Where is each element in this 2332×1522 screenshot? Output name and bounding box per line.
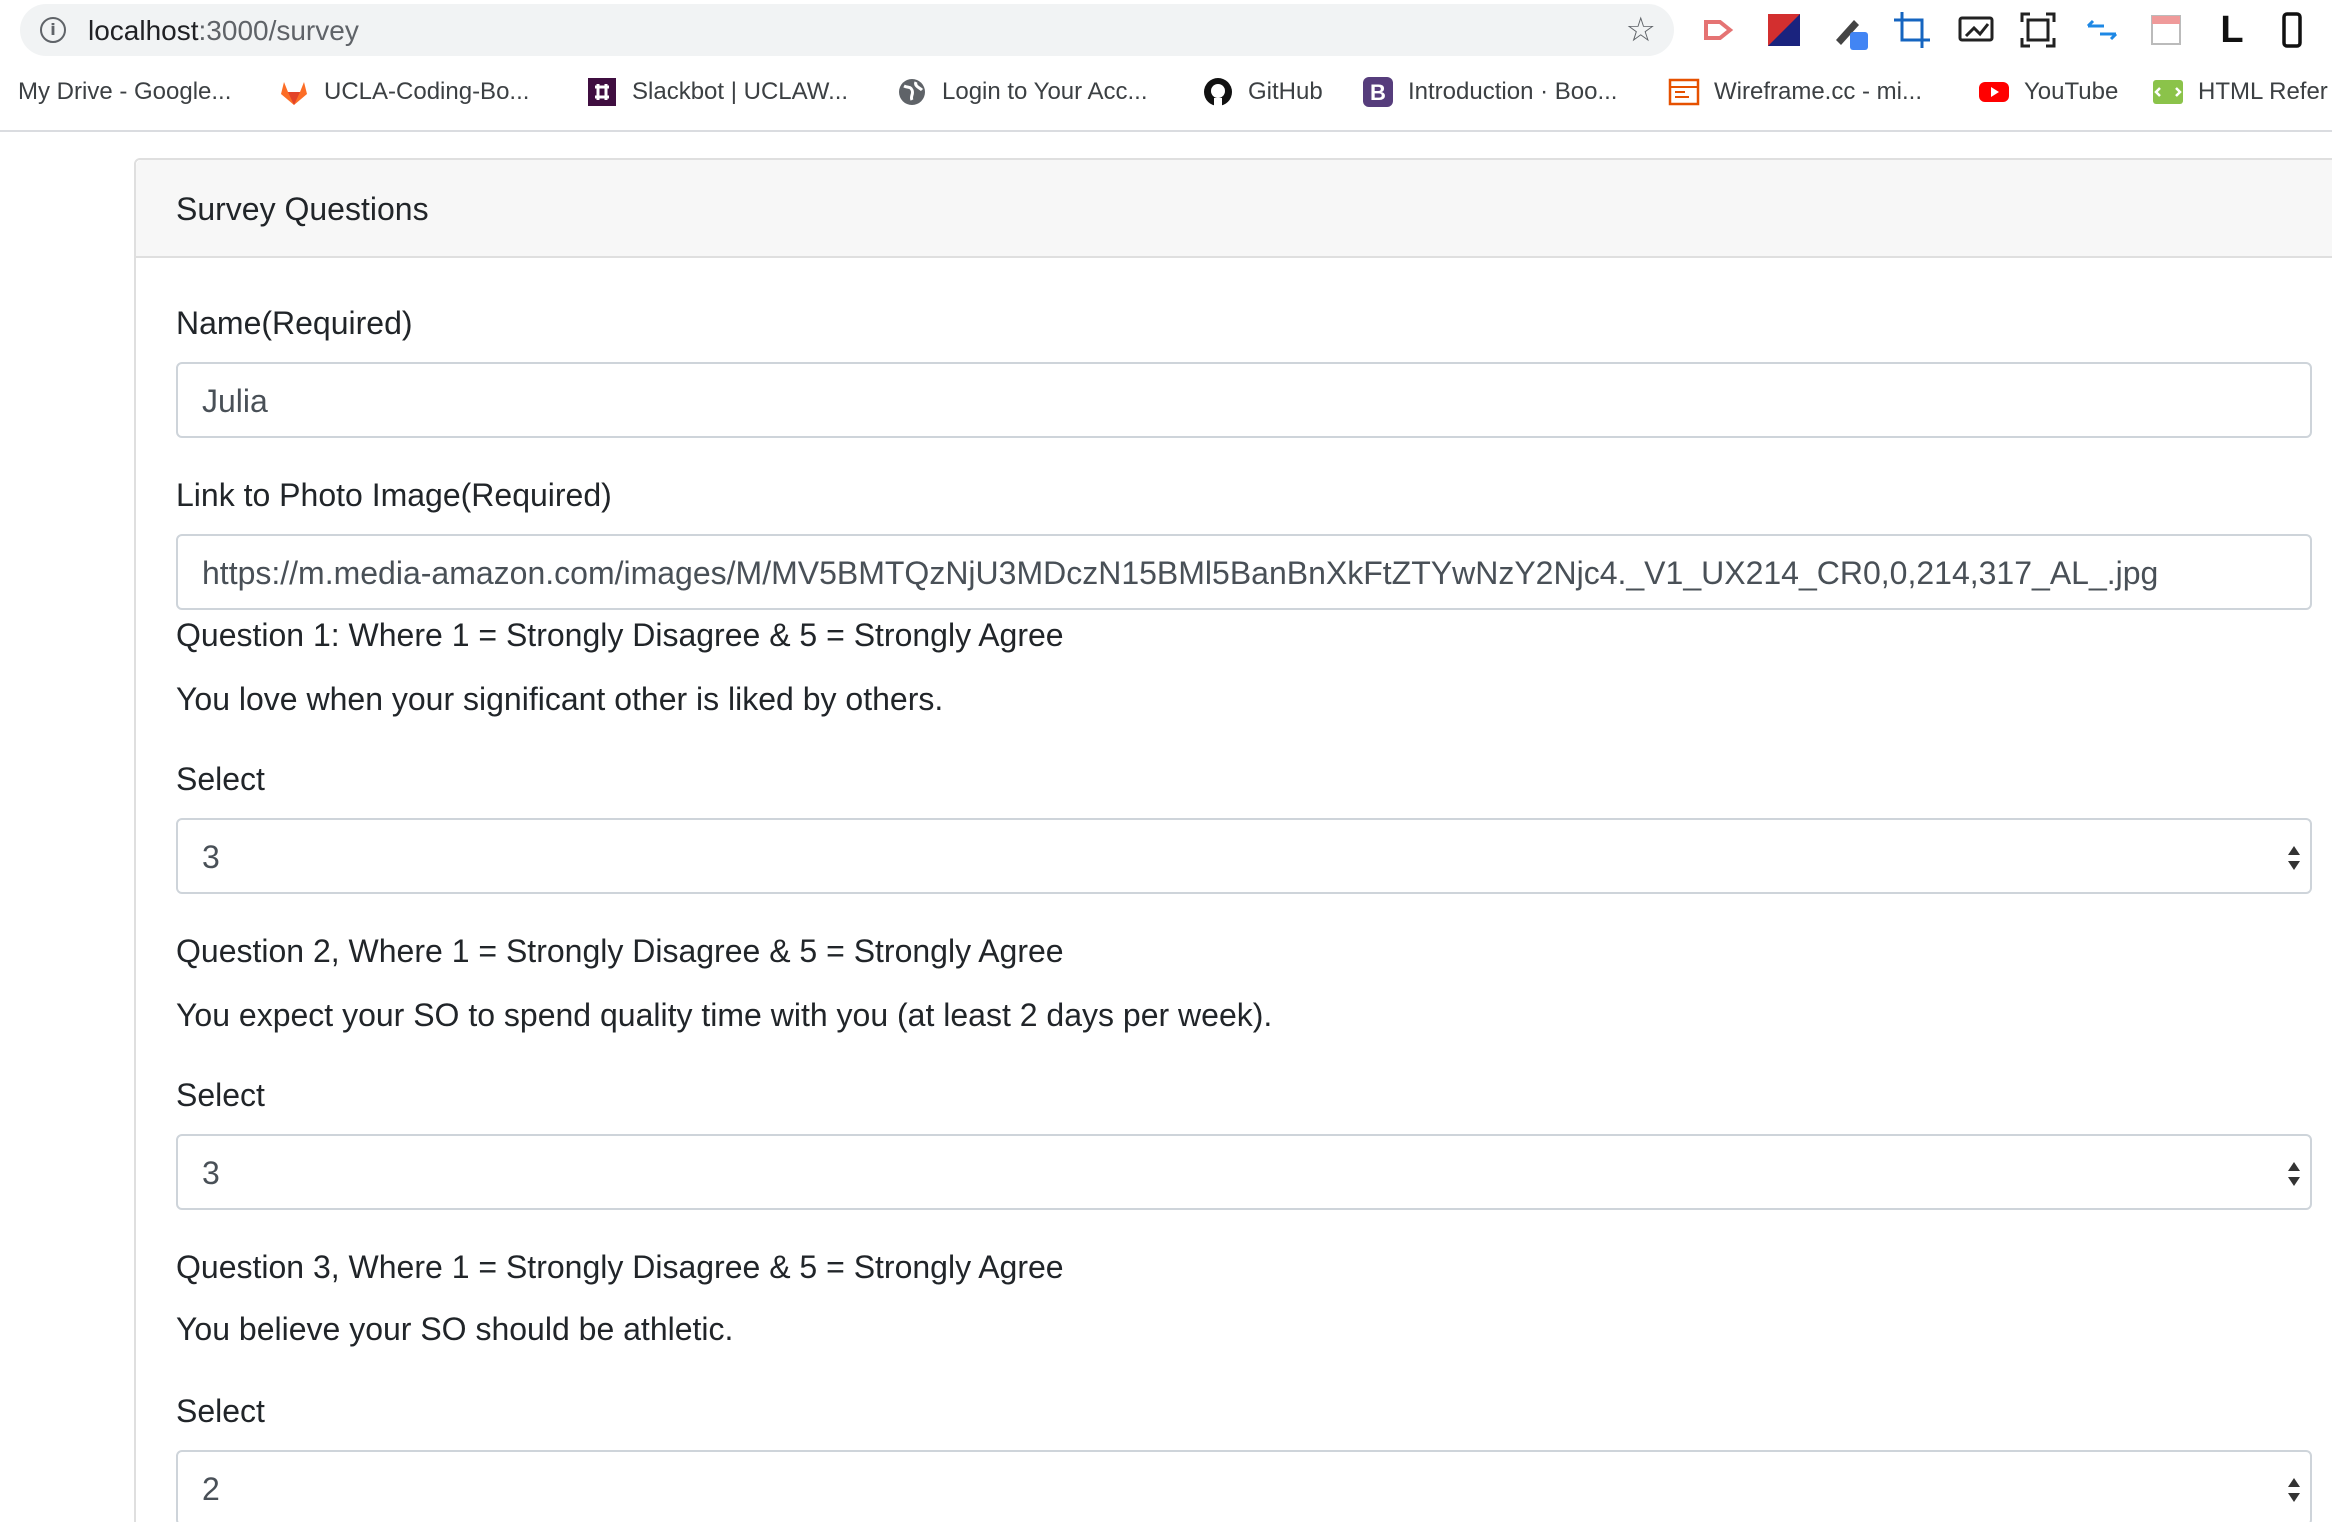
select-arrows-icon <box>2284 838 2304 878</box>
bookmark-github[interactable]: GitHub <box>1202 72 1323 112</box>
address-bar[interactable]: i localhost:3000/survey ☆ <box>20 4 1674 56</box>
question-2-select[interactable]: 3 <box>176 1134 2312 1210</box>
flag-extension-icon[interactable] <box>1764 10 1804 50</box>
bookmark-label: Login to Your Acc... <box>942 78 1148 105</box>
select-arrows-icon <box>2284 1470 2304 1510</box>
question-2-text: You expect your SO to spend quality time… <box>176 997 1273 1033</box>
youtube-icon <box>1978 76 2010 108</box>
photo-url-input[interactable]: https://m.media-amazon.com/images/M/MV5B… <box>176 534 2312 610</box>
bookmark-label: HTML Refer <box>2198 78 2328 105</box>
question-1-heading: Question 1: Where 1 = Strongly Disagree … <box>176 617 1064 653</box>
bookmarks-bar: My Drive - Google... UCLA-Coding-Bo... S… <box>0 68 2332 118</box>
photo-url-value: https://m.media-amazon.com/images/M/MV5B… <box>202 555 2159 591</box>
address-url[interactable]: localhost:3000/survey <box>88 15 359 47</box>
bookmark-star-icon[interactable]: ☆ <box>1626 10 1656 50</box>
l-extension-icon[interactable]: L <box>2212 10 2252 50</box>
question-3-text: You believe your SO should be athletic. <box>176 1311 734 1347</box>
wireframe-icon <box>1668 76 1700 108</box>
gitlab-icon <box>278 76 310 108</box>
question-1-select[interactable]: 3 <box>176 818 2312 894</box>
name-input[interactable]: Julia <box>176 362 2312 438</box>
bookmark-label: GitHub <box>1248 78 1323 105</box>
eyedropper-extension-icon[interactable] <box>1830 10 1870 50</box>
bookmark-label: My Drive - Google... <box>18 78 232 105</box>
question-1-text: You love when your significant other is … <box>176 681 944 717</box>
cast-extension-icon[interactable] <box>1700 10 1740 50</box>
fullscreen-extension-icon[interactable] <box>2018 10 2058 50</box>
bookmark-wireframe[interactable]: Wireframe.cc - mi... <box>1668 72 1922 112</box>
bookmark-ucla-coding[interactable]: UCLA-Coding-Bo... <box>278 72 529 112</box>
bookmark-label: YouTube <box>2024 78 2119 105</box>
name-label: Name(Required) <box>176 305 413 341</box>
github-icon <box>1202 76 1234 108</box>
screen-capture-extension-icon[interactable] <box>1956 10 1996 50</box>
name-input-value: Julia <box>202 383 268 419</box>
bookmark-label: Wireframe.cc - mi... <box>1714 78 1922 105</box>
question-1-select-value: 3 <box>202 839 220 875</box>
bookmark-html-reference[interactable]: HTML Refer <box>2152 72 2328 112</box>
calendar-extension-icon[interactable] <box>2146 10 2186 50</box>
card-title: Survey Questions <box>176 191 429 227</box>
bookmark-label: Introduction · Boo... <box>1408 78 1618 105</box>
bookmark-label: UCLA-Coding-Bo... <box>324 78 530 105</box>
photo-label: Link to Photo Image(Required) <box>176 477 612 513</box>
card-header: Survey Questions <box>136 160 2332 258</box>
question-2-select-value: 3 <box>202 1155 220 1191</box>
select-arrows-icon <box>2284 1154 2304 1194</box>
crop-extension-icon[interactable] <box>1892 10 1932 50</box>
question-3-select[interactable]: 2 <box>176 1450 2312 1522</box>
question-2-heading: Question 2, Where 1 = Strongly Disagree … <box>176 933 1064 969</box>
bookmark-login[interactable]: Login to Your Acc... <box>896 72 1148 112</box>
question-3-heading: Question 3, Where 1 = Strongly Disagree … <box>176 1249 1064 1285</box>
site-info-icon[interactable]: i <box>40 17 66 43</box>
html-ref-icon <box>2152 76 2184 108</box>
question-3-select-label: Select <box>176 1393 265 1429</box>
slack-icon <box>586 76 618 108</box>
question-2-select-label: Select <box>176 1077 265 1113</box>
mobile-view-extension-icon[interactable] <box>2272 10 2312 50</box>
bookmark-slackbot[interactable]: Slackbot | UCLAW... <box>586 72 848 112</box>
transfer-extension-icon[interactable] <box>2082 10 2122 50</box>
bookmark-youtube[interactable]: YouTube <box>1978 72 2118 112</box>
browser-toolbar: i localhost:3000/survey ☆ L My Drive - G… <box>0 0 2332 132</box>
question-3-select-value: 2 <box>202 1471 220 1507</box>
bootstrap-icon: B <box>1362 76 1394 108</box>
bookmark-introduction[interactable]: B Introduction · Boo... <box>1362 72 1617 112</box>
bookmark-label: Slackbot | UCLAW... <box>632 78 849 105</box>
bookmark-my-drive[interactable]: My Drive - Google... <box>18 72 231 112</box>
question-1-select-label: Select <box>176 761 265 797</box>
globe-icon <box>896 76 928 108</box>
svg-text:B: B <box>1370 80 1386 105</box>
